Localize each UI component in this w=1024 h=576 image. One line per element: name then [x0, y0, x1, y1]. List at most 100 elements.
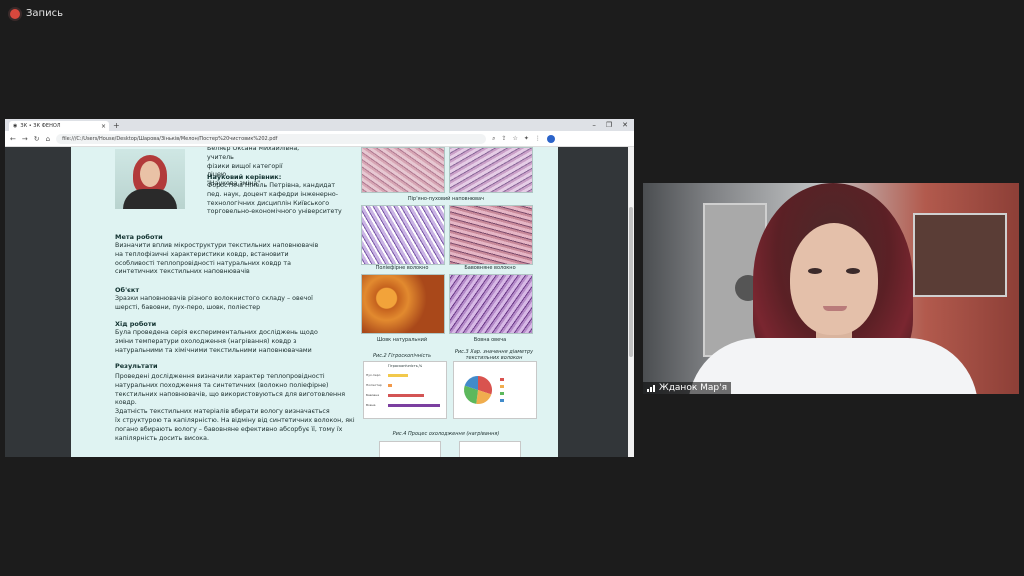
bar — [388, 384, 392, 387]
microscopy-image — [449, 205, 533, 265]
minimize-icon[interactable]: – — [592, 119, 596, 131]
reload-icon[interactable]: ↻ — [34, 135, 40, 143]
shared-screen-window: ◉ ЗК • ЗК ФЕНОЛ × + – ❐ ✕ ← → ↻ ⌂ file:/… — [5, 119, 634, 457]
bar-label: Вовна — [366, 403, 376, 407]
browser-tab[interactable]: ◉ ЗК • ЗК ФЕНОЛ × — [9, 121, 109, 131]
scrollbar[interactable] — [628, 147, 634, 457]
extensions: ⌕ ⇪ ☆ ✦ ⋮ — [492, 135, 541, 143]
fig4-title: Рис.4 Процес охолодження (нагрівання) — [392, 431, 500, 437]
caption-cotton: Бавовняне волокно — [464, 265, 516, 271]
text-line: їх структурою та капілярністю. На відмін… — [115, 416, 355, 424]
legend-swatch — [500, 399, 504, 402]
text-line: Визначити вплив мікроструктури текстильн… — [115, 242, 319, 249]
participant-name-tag: Жданок Мар'я — [643, 382, 732, 394]
microscopy-image — [361, 147, 445, 193]
close-tab-icon[interactable]: × — [101, 123, 106, 130]
text-line: на теплофізичні характеристики ковдр, вс… — [115, 250, 289, 258]
recording-indicator: Запись — [10, 8, 63, 19]
url-field[interactable]: file:///C:/Users/House/Desktop/Шарова/Зі… — [56, 133, 487, 144]
hygroscopicity-chart: Гігроскопічність,% Пух-перо Поліестер Баво… — [363, 361, 447, 419]
microscopy-image — [449, 274, 533, 334]
record-icon — [10, 8, 20, 19]
signal-icon — [647, 384, 655, 392]
profile-avatar[interactable] — [546, 134, 555, 143]
fiber-diameter-chart — [453, 361, 537, 419]
text-line: ковдр. — [115, 399, 137, 407]
text-line: торговельно-економічного університету — [207, 208, 342, 216]
fig2-title: Рис.2 Гігроскопічність — [372, 353, 432, 359]
participant-video[interactable]: Жданок Мар'я — [643, 183, 1019, 394]
pie-chart — [464, 376, 504, 404]
recording-label: Запись — [26, 8, 63, 19]
bar — [388, 394, 424, 397]
object-text: Зразки наповнювачів різного волокнистого… — [115, 295, 345, 313]
goal-heading: Мета роботи — [115, 233, 163, 241]
text-line: капілярність досить висока. — [115, 434, 209, 442]
text-line: Зразки наповнювачів різного волокнистого… — [115, 295, 313, 302]
new-tab-icon[interactable]: + — [113, 121, 120, 130]
supervisor-info: Форостяна Нінель Петрівна, кандидат пед.… — [207, 182, 347, 217]
address-bar-row: ← → ↻ ⌂ file:///C:/Users/House/Desktop/Ш… — [5, 131, 634, 147]
goal-text: Визначити вплив мікроструктури текстильн… — [115, 242, 345, 277]
participant-shirt — [688, 338, 978, 394]
bar-label: Пух-перо — [366, 373, 381, 377]
participant-face — [790, 223, 878, 335]
maximize-icon[interactable]: ❐ — [606, 119, 612, 131]
text-line: натуральних походження та синтетичних (в… — [115, 381, 329, 389]
forward-icon[interactable]: → — [22, 135, 28, 143]
pdf-page: Беляєр Оксана Михайлівна, учитель фізики… — [71, 147, 558, 457]
share-icon[interactable]: ⇪ — [501, 135, 506, 143]
puzzle-icon[interactable]: ✦ — [524, 135, 529, 143]
text-line: Беляєр Оксана Михайлівна, учитель — [207, 147, 300, 161]
author-photo — [115, 149, 185, 209]
legend-swatch — [500, 385, 504, 388]
text-line: пед. наук, доцент кафедри інженерно- — [207, 190, 339, 198]
bar-label: Поліестер — [366, 383, 382, 387]
home-icon[interactable]: ⌂ — [46, 135, 50, 143]
zoom-icon[interactable]: ⌕ — [492, 135, 495, 143]
cooling-chart-1 — [379, 441, 441, 457]
supervisor-heading: Науковий керівник: — [207, 173, 282, 181]
microscopy-image — [361, 205, 445, 265]
tab-bar: ◉ ЗК • ЗК ФЕНОЛ × + – ❐ ✕ — [5, 119, 634, 131]
caption-down: Пір'яно-пуховий наповнювач — [407, 196, 485, 202]
process-heading: Хід роботи — [115, 320, 157, 328]
text-line: Була проведена серія експериментальних д… — [115, 329, 318, 336]
pdf-viewport: Беляєр Оксана Михайлівна, учитель фізики… — [5, 147, 634, 457]
background-shelf — [913, 213, 1007, 297]
text-line: Здатність текстильних матеріалів вбирати… — [115, 408, 330, 416]
tab-title: ЗК • ЗК ФЕНОЛ — [20, 123, 61, 129]
back-icon[interactable]: ← — [10, 135, 16, 143]
text-line: Проведені дослідження визначили характер… — [115, 373, 325, 380]
legend-swatch — [500, 378, 504, 381]
text-line: шерсті, бавовни, пух-перо, шовк, поліест… — [115, 303, 261, 311]
star-icon[interactable]: ☆ — [512, 135, 517, 143]
globe-icon: ◉ — [13, 123, 18, 129]
microscopy-image — [449, 147, 533, 193]
scrollbar-thumb[interactable] — [629, 207, 633, 357]
text-line: зміни температури охолодження (нагріванн… — [115, 337, 297, 345]
text-line: погано вбирають вологу – бавовняне ефект… — [115, 425, 343, 433]
participant-name: Жданок Мар'я — [659, 383, 728, 393]
text-line: синтетичних текстильних наповнювачів — [115, 268, 250, 276]
bar — [388, 374, 408, 377]
text-line: текстильних наповнювачів, що використову… — [115, 390, 346, 398]
results-heading: Результати — [115, 362, 158, 370]
text-line: натуральними та хімічними текстильними н… — [115, 346, 312, 354]
process-text: Була проведена серія експериментальних д… — [115, 329, 345, 355]
close-window-icon[interactable]: ✕ — [622, 119, 628, 131]
caption-silk: Шовк натуральний — [376, 337, 428, 343]
chart-title: Гігроскопічність,% — [387, 364, 423, 368]
text-line: Форостяна Нінель Петрівна, кандидат — [207, 182, 336, 189]
cooling-chart-2 — [459, 441, 521, 457]
bar-label: Бавовна — [366, 393, 380, 397]
object-heading: Об'єкт — [115, 286, 140, 294]
fig3-title: Рис.3 Хар. значення діаметру текстильних… — [454, 349, 534, 361]
menu-icon[interactable]: ⋮ — [535, 135, 541, 143]
caption-wool: Вовна овеча — [473, 337, 507, 343]
bar — [388, 404, 440, 407]
window-controls: – ❐ ✕ — [592, 119, 628, 131]
caption-polyester: Поліефірне волокно — [375, 265, 429, 271]
legend-swatch — [500, 392, 504, 395]
results-text: Проведені дослідження визначили характер… — [115, 373, 355, 443]
